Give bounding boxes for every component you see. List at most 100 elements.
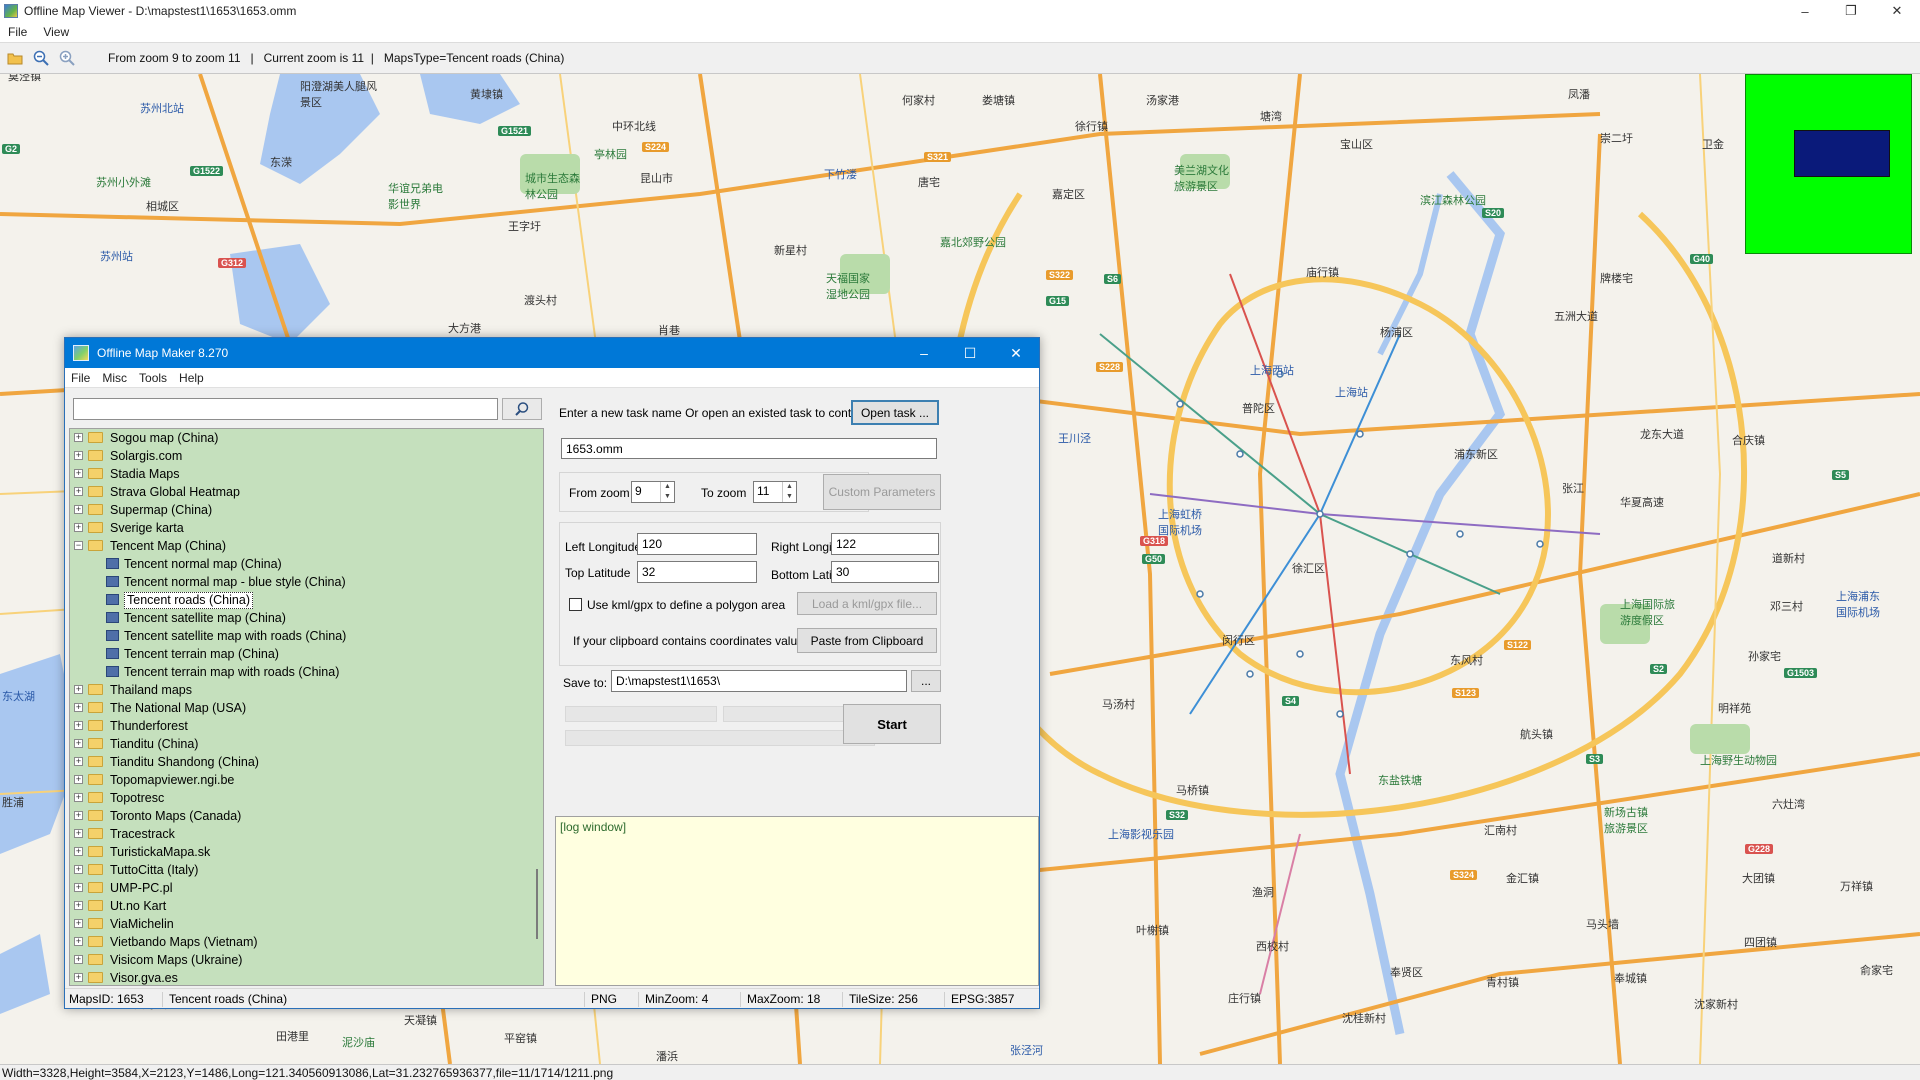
expand-icon[interactable]: + [74,901,83,910]
expand-icon[interactable]: + [74,451,83,460]
expand-icon[interactable]: + [74,703,83,712]
collapse-icon[interactable]: − [74,541,83,550]
restore-icon[interactable]: ❐ [1828,0,1874,22]
tree-folder-item[interactable]: + Sverige karta [70,519,543,537]
expand-icon[interactable]: + [74,973,83,982]
menu-view[interactable]: View [35,25,77,39]
browse-folder-button[interactable]: ... [911,670,941,692]
load-kml-button[interactable]: Load a kml/gpx file... [797,592,937,615]
expand-icon[interactable]: + [74,775,83,784]
tree-folder-item[interactable]: + UMP-PC.pl [70,879,543,897]
expand-icon[interactable]: + [74,955,83,964]
expand-icon[interactable]: + [74,505,83,514]
tree-folder-item[interactable]: + Supermap (China) [70,501,543,519]
minimap-viewport[interactable] [1794,130,1890,177]
tree-folder-item[interactable]: + Tianditu (China) [70,735,543,753]
start-button[interactable]: Start [843,704,941,744]
log-window[interactable]: [log window] [555,816,1039,986]
from-zoom-spinner[interactable]: 9 ▲ ▼ [631,481,675,503]
expand-icon[interactable]: + [74,919,83,928]
menu-file[interactable]: File [65,371,96,385]
tree-folder-item[interactable]: + Toronto Maps (Canada) [70,807,543,825]
tree-folder-item[interactable]: + TuristickaMapa.sk [70,843,543,861]
open-folder-icon[interactable] [4,47,26,69]
spinner-arrows[interactable]: ▲ ▼ [782,482,796,502]
tree-map-item[interactable]: Tencent normal map - blue style (China) [70,573,543,591]
custom-parameters-button[interactable]: Custom Parameters [823,474,941,510]
tree-map-item[interactable]: Tencent satellite map (China) [70,609,543,627]
map-source-tree[interactable]: + Sogou map (China) + Solargis.com + Stadia M… [69,428,544,986]
zoom-out-icon[interactable] [30,47,52,69]
bottom-latitude-field[interactable]: 30 [831,561,939,583]
expand-icon[interactable]: + [74,757,83,766]
tree-folder-item[interactable]: + Tracestrack [70,825,543,843]
tree-map-item[interactable]: Tencent normal map (China) [70,555,543,573]
menu-misc[interactable]: Misc [96,371,133,385]
expand-icon[interactable]: + [74,847,83,856]
expand-icon[interactable]: + [74,523,83,532]
tree-folder-item[interactable]: + Sogou map (China) [70,429,543,447]
tree-map-item[interactable]: Tencent roads (China) [70,591,543,609]
expand-icon[interactable]: + [74,433,83,442]
tree-folder-item[interactable]: + Visor.gva.es [70,969,543,985]
map-search-input[interactable] [73,398,498,420]
spin-up-icon[interactable]: ▲ [783,482,796,492]
spinner-arrows[interactable]: ▲ ▼ [660,482,674,502]
zoom-in-icon[interactable] [56,47,78,69]
spin-down-icon[interactable]: ▼ [783,492,796,502]
spin-down-icon[interactable]: ▼ [661,492,674,502]
expand-icon[interactable]: + [74,937,83,946]
tree-folder-item[interactable]: + Solargis.com [70,447,543,465]
open-task-button[interactable]: Open task ... [851,400,939,425]
expand-icon[interactable]: + [74,685,83,694]
minimap[interactable] [1745,74,1912,254]
tree-folder-item[interactable]: + Tianditu Shandong (China) [70,753,543,771]
to-zoom-spinner[interactable]: 11 ▲ ▼ [753,481,797,503]
tree-scrollbar-thumb[interactable] [536,869,538,939]
tree-folder-item[interactable]: + Thailand maps [70,681,543,699]
expand-icon[interactable]: + [74,721,83,730]
tree-folder-item[interactable]: + Vietbando Maps (Vietnam) [70,933,543,951]
right-longitude-field[interactable]: 122 [831,533,939,555]
expand-icon[interactable]: + [74,883,83,892]
tree-folder-item[interactable]: + Visicom Maps (Ukraine) [70,951,543,969]
tree-map-item[interactable]: Tencent terrain map (China) [70,645,543,663]
expand-icon[interactable]: + [74,811,83,820]
save-to-field[interactable]: D:\mapstest1\1653\ [611,670,907,692]
top-latitude-field[interactable]: 32 [637,561,757,583]
tree-folder-item[interactable]: + Strava Global Heatmap [70,483,543,501]
expand-icon[interactable]: + [74,829,83,838]
tree-map-item[interactable]: Tencent terrain map with roads (China) [70,663,543,681]
close-icon[interactable]: ✕ [993,338,1039,368]
menu-file[interactable]: File [0,25,35,39]
tree-folder-item[interactable]: + Ut.no Kart [70,897,543,915]
search-button[interactable] [502,398,542,420]
expand-icon[interactable]: + [74,865,83,874]
minimize-icon[interactable]: – [1782,0,1828,22]
tree-folder-item[interactable]: + TuttoCitta (Italy) [70,861,543,879]
kml-checkbox[interactable] [569,598,582,611]
tree-folder-item[interactable]: + Thunderforest [70,717,543,735]
paste-from-clipboard-button[interactable]: Paste from Clipboard [797,628,937,653]
tree-map-item[interactable]: Tencent satellite map with roads (China) [70,627,543,645]
spin-up-icon[interactable]: ▲ [661,482,674,492]
tree-folder-item[interactable]: + Topomapviewer.ngi.be [70,771,543,789]
left-longitude-field[interactable]: 120 [637,533,757,555]
menu-help[interactable]: Help [173,371,210,385]
tree-folder-item[interactable]: + Topotresc [70,789,543,807]
tree-scrollbar[interactable] [533,429,543,985]
tree-folder-item[interactable]: + The National Map (USA) [70,699,543,717]
expand-icon[interactable]: + [74,469,83,478]
folder-icon [88,954,103,965]
task-name-field[interactable]: 1653.omm [561,438,937,459]
close-icon[interactable]: ✕ [1874,0,1920,22]
maximize-icon[interactable]: ☐ [947,338,993,368]
tree-folder-item[interactable]: + ViaMichelin [70,915,543,933]
menu-tools[interactable]: Tools [133,371,173,385]
tree-folder-item[interactable]: + Stadia Maps [70,465,543,483]
tree-folder-item[interactable]: − Tencent Map (China) [70,537,543,555]
expand-icon[interactable]: + [74,793,83,802]
expand-icon[interactable]: + [74,487,83,496]
expand-icon[interactable]: + [74,739,83,748]
minimize-icon[interactable]: – [901,338,947,368]
